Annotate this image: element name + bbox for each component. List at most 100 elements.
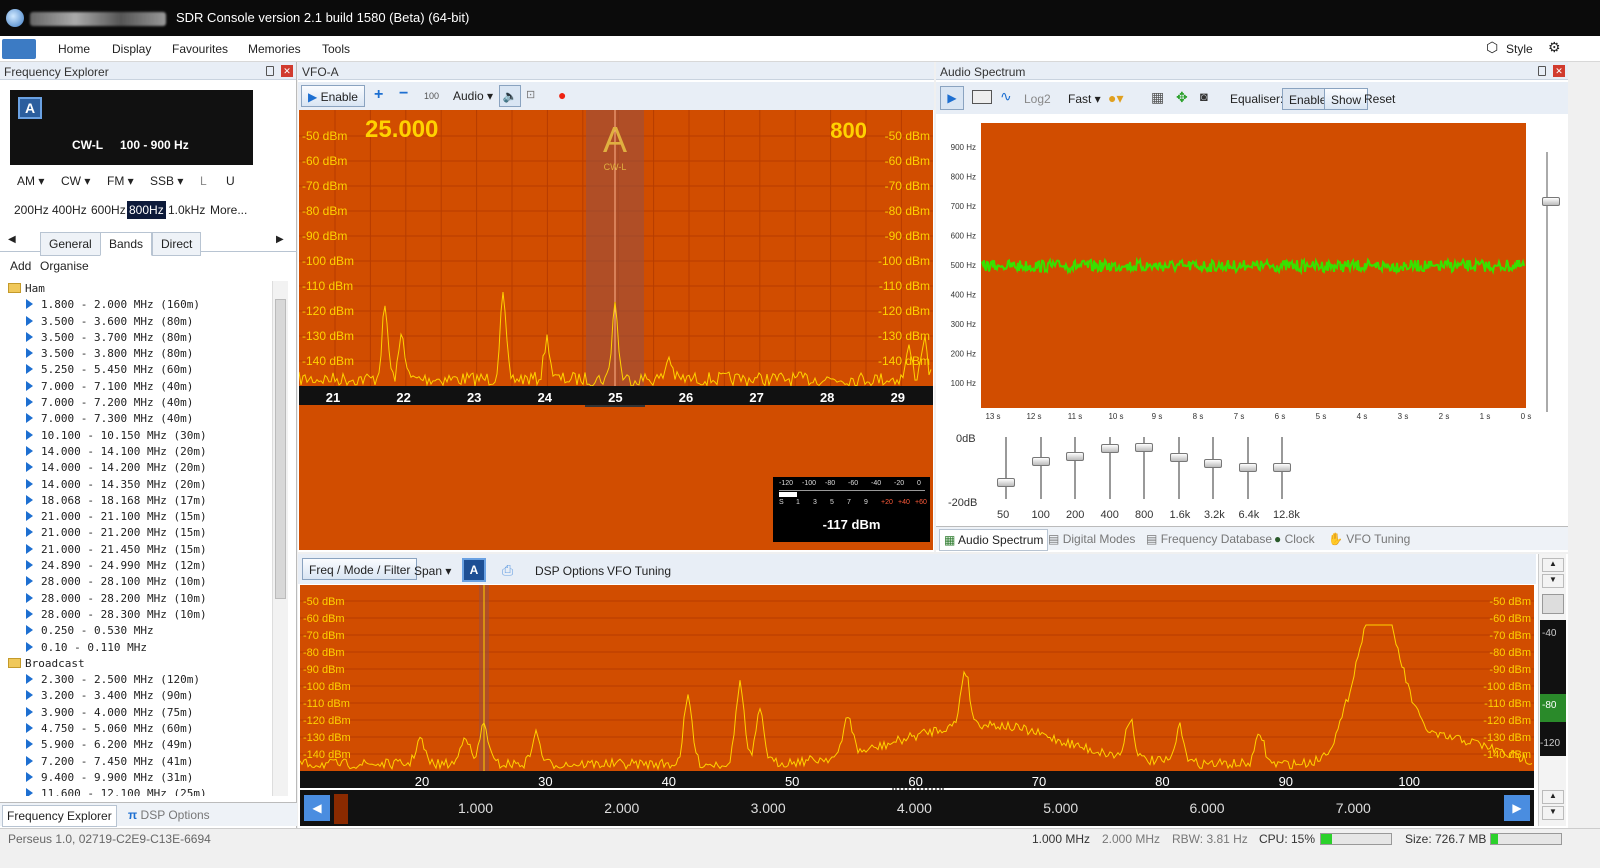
bw-1k[interactable]: 1.0kHz (168, 203, 205, 217)
band-item[interactable]: 7.000 - 7.100 MHz (40m) (8, 379, 270, 395)
eq-slider-knob[interactable] (1031, 457, 1050, 467)
band-group-ham[interactable]: Ham (8, 281, 270, 297)
band-item[interactable]: 14.000 - 14.200 MHz (20m) (8, 460, 270, 476)
tab-scroll-left-icon[interactable]: ◀ (8, 234, 16, 245)
audio-pin-icon[interactable] (1538, 66, 1546, 76)
mode-ssb[interactable]: SSB ▾ (150, 174, 183, 188)
eq-slider-knob[interactable] (997, 477, 1015, 487)
add-action[interactable]: Add (10, 259, 31, 273)
vfo-a-button[interactable]: A (462, 558, 486, 582)
band-item[interactable]: 21.000 - 21.200 MHz (15m) (8, 525, 270, 541)
waveform-icon[interactable]: ∿ (1000, 88, 1012, 105)
tab-bands[interactable]: Bands (100, 232, 153, 256)
tab-clock[interactable]: ● Clock (1274, 532, 1315, 546)
menu-tools[interactable]: Tools (322, 42, 350, 56)
tab-direct[interactable]: Direct (152, 232, 202, 256)
menu-favourites[interactable]: Favourites (172, 42, 228, 56)
eq-slider-track[interactable] (1005, 437, 1007, 499)
tab-audio-spectrum[interactable]: ▦ Audio Spectrum (939, 529, 1049, 551)
band-item[interactable]: 1.800 - 2.000 MHz (160m) (8, 297, 270, 313)
band-item[interactable]: 18.068 - 18.168 MHz (17m) (8, 493, 270, 509)
eq-slider-knob[interactable] (1204, 459, 1222, 469)
squelch-icon[interactable]: ⊡ (526, 88, 535, 101)
dsp-options-button[interactable]: DSP Options (535, 564, 604, 578)
vfo-spectrum[interactable]: -50 dBm -50 dBm -60 dBm -60 dBm -70 dBm -70 d… (299, 110, 933, 405)
bw-400[interactable]: 400Hz (52, 203, 87, 217)
band-item[interactable]: 5.900 - 6.200 MHz (49m) (8, 737, 270, 753)
band-item[interactable]: 9.400 - 9.900 MHz (31m) (8, 770, 270, 786)
speed-dropdown[interactable]: Fast ▾ (1068, 92, 1101, 106)
equaliser-reset-button[interactable]: Reset (1364, 92, 1395, 106)
scroll-up-2-icon[interactable]: ▲ (1542, 790, 1564, 804)
tab-digital-modes[interactable]: ▤ Digital Modes (1048, 532, 1135, 546)
band-item[interactable]: 2.300 - 2.500 MHz (120m) (8, 672, 270, 688)
cross-arrows-icon[interactable]: ✥ (1176, 89, 1188, 106)
band-item[interactable]: 5.250 - 5.450 MHz (60m) (8, 362, 270, 378)
mode-am[interactable]: AM ▾ (17, 174, 44, 188)
eq-slider-track[interactable] (1039, 437, 1042, 499)
menu-display[interactable]: Display (112, 42, 151, 56)
zoom-in-icon[interactable]: + (374, 86, 383, 104)
eq-slider-knob[interactable] (1273, 463, 1291, 473)
eq-slider-track[interactable] (1177, 437, 1180, 499)
audio-dropdown[interactable]: Audio ▾ (453, 89, 493, 103)
audio-gain-slider[interactable] (1546, 152, 1548, 412)
band-item[interactable]: 0.10 - 0.110 MHz (8, 640, 270, 656)
band-item[interactable]: 21.000 - 21.100 MHz (15m) (8, 509, 270, 525)
app-menu-button[interactable] (2, 39, 36, 59)
grid-icon[interactable]: ▦ (1151, 89, 1164, 106)
scrollbar-thumb[interactable] (275, 299, 286, 599)
band-item[interactable]: 3.200 - 3.400 MHz (90m) (8, 688, 270, 704)
tab-frequency-explorer[interactable]: Frequency Explorer (2, 805, 117, 827)
band-item[interactable]: 3.900 - 4.000 MHz (75m) (8, 705, 270, 721)
organise-action[interactable]: Organise (40, 259, 89, 273)
eq-slider-track[interactable] (1074, 437, 1076, 499)
audio-close-icon[interactable]: ✕ (1553, 65, 1565, 77)
scroll-down-icon[interactable]: ▼ (1542, 574, 1564, 588)
enable-button[interactable]: ▶ Enable (301, 85, 365, 107)
style-menu[interactable]: Style (1506, 42, 1533, 56)
band-item[interactable]: 28.000 - 28.100 MHz (10m) (8, 574, 270, 590)
bw-800-selected[interactable]: 800Hz (127, 201, 166, 219)
settings-gear-icon[interactable]: ⚙ (1548, 39, 1561, 56)
bw-more[interactable]: More... (210, 203, 247, 217)
equaliser-show-button[interactable]: Show (1324, 88, 1369, 110)
band-tree-scrollbar[interactable] (272, 281, 288, 796)
mode-cw[interactable]: CW ▾ (61, 174, 90, 188)
eq-slider-knob[interactable] (1135, 442, 1153, 452)
step-label[interactable]: 100 (424, 91, 439, 101)
splitter-grip[interactable] (585, 405, 645, 407)
band-item[interactable]: 7.200 - 7.450 MHz (41m) (8, 754, 270, 770)
band-item[interactable]: 4.750 - 5.060 MHz (60m) (8, 721, 270, 737)
vfo-tuning-button[interactable]: VFO Tuning (607, 564, 671, 578)
band-item[interactable]: 0.250 - 0.530 MHz (8, 623, 270, 639)
band-item[interactable]: 7.000 - 7.300 MHz (40m) (8, 411, 270, 427)
audio-gain-knob[interactable] (1542, 197, 1560, 206)
tab-scroll-right-icon[interactable]: ▶ (276, 234, 284, 245)
band-item[interactable]: 7.000 - 7.200 MHz (40m) (8, 395, 270, 411)
scroll-up-icon[interactable]: ▲ (1542, 558, 1564, 572)
band-item[interactable]: 28.000 - 28.200 MHz (10m) (8, 591, 270, 607)
bw-200[interactable]: 200Hz (14, 203, 49, 217)
band-bar[interactable]: ◀ ▶ 1.000 2.000 3.000 4.000 5.000 6.000 7.000 (300, 788, 1534, 826)
bw-600[interactable]: 600Hz (91, 203, 126, 217)
mode-l[interactable]: L (200, 174, 207, 188)
palette-icon[interactable]: ●▾ (1108, 90, 1123, 107)
tab-frequency-database[interactable]: ▤ Frequency Database (1146, 532, 1272, 546)
mode-fm[interactable]: FM ▾ (107, 174, 134, 188)
band-item[interactable]: 28.000 - 28.300 MHz (10m) (8, 607, 270, 623)
printer-icon[interactable]: ⎙ (502, 562, 513, 579)
band-item[interactable]: 3.500 - 3.600 MHz (80m) (8, 314, 270, 330)
band-item[interactable]: 11.600 - 12.100 MHz (25m) (8, 786, 270, 796)
eq-slider-knob[interactable] (1066, 451, 1084, 461)
zoom-out-icon[interactable]: − (399, 85, 408, 103)
mute-speaker-icon[interactable]: 🔈 (499, 85, 521, 107)
tab-general[interactable]: General (40, 232, 101, 256)
tab-dsp-options[interactable]: π DSP Options (128, 808, 210, 822)
eq-slider-knob[interactable] (1238, 463, 1257, 473)
band-group-broadcast[interactable]: Broadcast (8, 656, 270, 672)
eq-slider-knob[interactable] (1100, 443, 1119, 453)
span-dropdown[interactable]: Span ▾ (414, 564, 451, 578)
tab-vfo-tuning[interactable]: ✋ VFO Tuning (1328, 532, 1410, 546)
camera-icon[interactable]: ◙ (1200, 89, 1208, 104)
